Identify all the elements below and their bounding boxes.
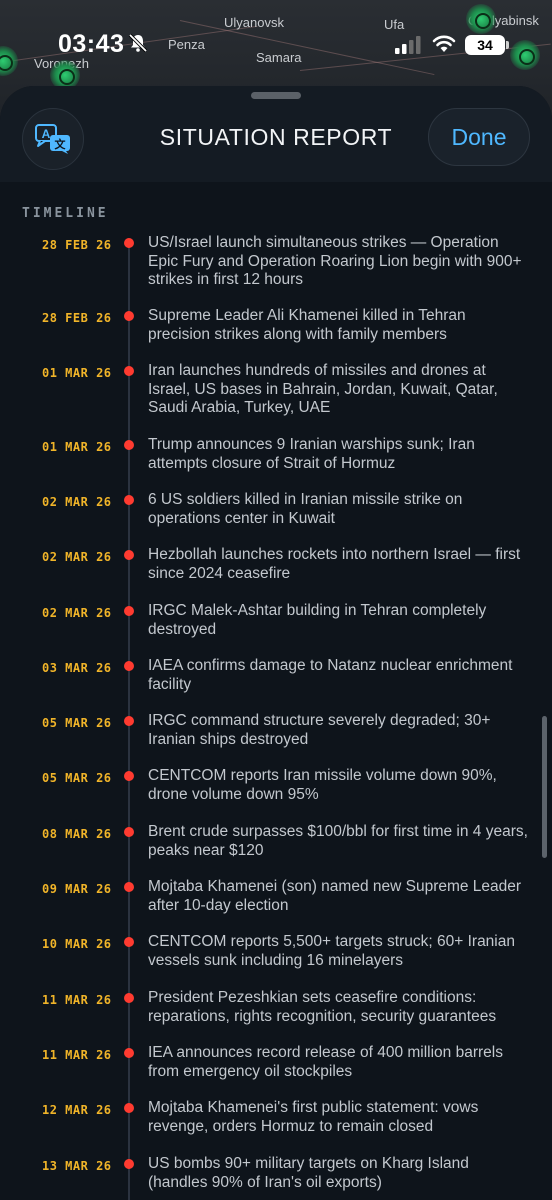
- event-dot-icon: [124, 311, 134, 321]
- event-text: IEA announces record release of 400 mill…: [148, 1044, 503, 1080]
- event-text: CENTCOM reports Iran missile volume down…: [148, 767, 497, 803]
- event-date: 05 MAR 26: [42, 771, 112, 785]
- battery-tip: [506, 41, 509, 49]
- event-date: 10 MAR 26: [42, 937, 112, 951]
- event-date: 09 MAR 26: [42, 882, 112, 896]
- status-bar: 03:43 34: [0, 0, 552, 88]
- event-dot-icon: [124, 937, 134, 947]
- situation-report-sheet: A 文 SITUATION REPORT Done TIMELINE 28 FE…: [0, 86, 552, 1200]
- event-dot-icon: [124, 716, 134, 726]
- bell-slash-icon: [128, 33, 148, 53]
- event-text: Mojtaba Khamenei's first public statemen…: [148, 1099, 479, 1135]
- sheet-header: A 文 SITUATION REPORT Done: [0, 86, 552, 182]
- event-text: IRGC Malek-Ashtar building in Tehran com…: [148, 602, 487, 638]
- event-dot-icon: [124, 882, 134, 892]
- event-text: IRGC command structure severely degraded…: [148, 712, 491, 748]
- event-date: 02 MAR 26: [42, 550, 112, 564]
- event-dot-icon: [124, 771, 134, 781]
- wifi-icon: [432, 35, 456, 52]
- event-text: Trump announces 9 Iranian warships sunk;…: [148, 436, 475, 472]
- event-dot-icon: [124, 1159, 134, 1169]
- event-date: 28 FEB 26: [42, 311, 112, 325]
- event-dot-icon: [124, 993, 134, 1003]
- event-text: President Pezeshkian sets ceasefire cond…: [148, 989, 497, 1025]
- event-text: US bombs 90+ military targets on Kharg I…: [148, 1155, 469, 1191]
- event-dot-icon: [124, 1103, 134, 1113]
- vertical-scrollbar[interactable]: [542, 716, 547, 858]
- event-text: Supreme Leader Ali Khamenei killed in Te…: [148, 307, 466, 343]
- sheet-grabber-handle[interactable]: [251, 92, 301, 99]
- event-text: IAEA confirms damage to Natanz nuclear e…: [148, 657, 513, 693]
- event-text: Hezbollah launches rockets into northern…: [148, 546, 521, 582]
- event-dot-icon: [124, 495, 134, 505]
- timeline-section-label: TIMELINE: [22, 206, 109, 221]
- event-date: 02 MAR 26: [42, 495, 112, 509]
- event-date: 03 MAR 26: [42, 661, 112, 675]
- event-text: 6 US soldiers killed in Iranian missile …: [148, 491, 463, 527]
- event-text: US/Israel launch simultaneous strikes — …: [148, 234, 522, 288]
- event-dot-icon: [124, 440, 134, 450]
- event-date: 11 MAR 26: [42, 1048, 112, 1062]
- event-date: 02 MAR 26: [42, 606, 112, 620]
- event-dot-icon: [124, 550, 134, 560]
- event-dot-icon: [124, 238, 134, 248]
- event-date: 08 MAR 26: [42, 827, 112, 841]
- event-dot-icon: [124, 606, 134, 616]
- event-dot-icon: [124, 827, 134, 837]
- event-dot-icon: [124, 661, 134, 671]
- event-date: 28 FEB 26: [42, 238, 112, 252]
- event-date: 11 MAR 26: [42, 993, 112, 1007]
- event-date: 05 MAR 26: [42, 716, 112, 730]
- event-date: 13 MAR 26: [42, 1159, 112, 1173]
- event-dot-icon: [124, 366, 134, 376]
- event-dot-icon: [124, 1048, 134, 1058]
- event-date: 01 MAR 26: [42, 440, 112, 454]
- event-text: Brent crude surpasses $100/bbl for first…: [148, 823, 528, 859]
- done-button[interactable]: Done: [428, 108, 530, 166]
- status-time: 03:43: [58, 30, 125, 58]
- event-text: CENTCOM reports 5,500+ targets struck; 6…: [148, 933, 515, 969]
- event-text: Iran launches hundreds of missiles and d…: [148, 362, 498, 416]
- event-text: Mojtaba Khamenei (son) named new Supreme…: [148, 878, 522, 914]
- event-date: 12 MAR 26: [42, 1103, 112, 1117]
- battery-icon: 34: [465, 35, 505, 55]
- cellular-signal-icon: [395, 36, 421, 54]
- event-date: 01 MAR 26: [42, 366, 112, 380]
